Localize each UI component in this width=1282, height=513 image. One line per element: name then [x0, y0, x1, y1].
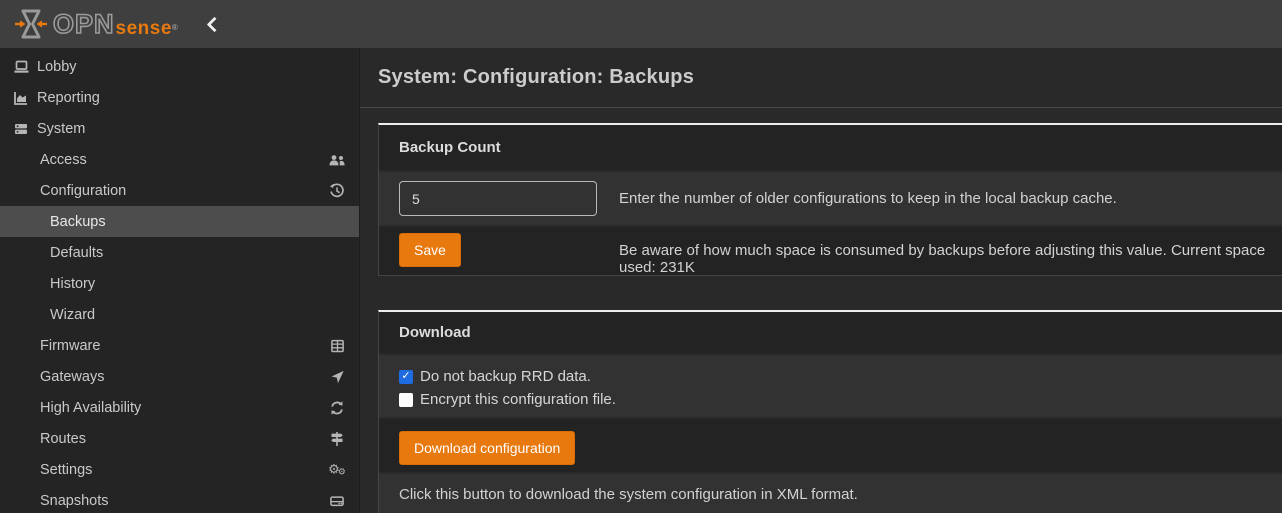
download-help-text: Click this button to download the system… — [379, 486, 858, 503]
sidebar-item-gateways[interactable]: Gateways — [0, 361, 359, 392]
area-chart-icon — [10, 90, 32, 106]
save-row: Save Be aware of how much space is consu… — [379, 225, 1282, 275]
backup-count-input[interactable] — [399, 181, 597, 216]
backup-count-help-text: Enter the number of older configurations… — [619, 190, 1282, 207]
sidebar-item-history[interactable]: History — [0, 268, 359, 299]
sidebar-item-label: High Availability — [40, 400, 141, 416]
sidebar-collapse-chevron-icon[interactable] — [204, 16, 220, 32]
sidebar-item-snapshots[interactable]: Snapshots — [0, 485, 359, 513]
sidebar-item-label: Access — [40, 152, 87, 168]
sidebar-item-label: Firmware — [40, 338, 100, 354]
sidebar-item-label: Defaults — [50, 245, 103, 261]
sidebar-item-configuration[interactable]: Configuration — [0, 175, 359, 206]
sidebar-item-defaults[interactable]: Defaults — [0, 237, 359, 268]
sidebar: Lobby Reporting System Access Configurat… — [0, 48, 360, 513]
location-arrow-icon — [328, 369, 346, 384]
sidebar-item-label: Settings — [40, 462, 92, 478]
download-help-row: Click this button to download the system… — [379, 472, 1282, 513]
download-options-row: ✓ Do not backup RRD data. Encrypt this c… — [379, 353, 1282, 417]
sidebar-item-routes[interactable]: Routes — [0, 423, 359, 454]
sidebar-item-firmware[interactable]: Firmware — [0, 330, 359, 361]
brand-sense-text: sense — [116, 19, 172, 38]
sidebar-item-reporting[interactable]: Reporting — [0, 82, 359, 113]
encrypt-checkbox[interactable] — [399, 393, 413, 407]
sidebar-item-label: Reporting — [37, 90, 100, 106]
download-button-row: Download configuration — [379, 417, 1282, 472]
main-content: System: Configuration: Backups Backup Co… — [360, 48, 1282, 513]
top-navbar: OPN sense ® — [0, 0, 1282, 48]
table-cells-icon — [328, 338, 346, 353]
hourglass-logo-icon — [14, 7, 48, 41]
rrd-checkbox[interactable]: ✓ — [399, 370, 413, 384]
sidebar-item-settings[interactable]: Settings ⚙⚙ — [0, 454, 359, 485]
sidebar-item-label: Gateways — [40, 369, 104, 385]
registered-mark: ® — [172, 23, 178, 32]
users-icon — [328, 152, 346, 168]
backup-count-section: Backup Count Enter the number of older c… — [378, 123, 1282, 276]
sidebar-item-label: Configuration — [40, 183, 126, 199]
backup-count-row: Enter the number of older configurations… — [379, 170, 1282, 225]
sidebar-item-lobby[interactable]: Lobby — [0, 51, 359, 82]
brand-opn-text: OPN — [53, 11, 115, 38]
sidebar-item-wizard[interactable]: Wizard — [0, 299, 359, 330]
sidebar-item-label: Lobby — [37, 59, 77, 75]
sidebar-item-label: System — [37, 121, 85, 137]
encrypt-checkbox-label[interactable]: Encrypt this configuration file. — [420, 391, 616, 408]
save-button[interactable]: Save — [399, 233, 461, 267]
sidebar-item-label: Wizard — [50, 307, 95, 323]
sidebar-item-label: Backups — [50, 214, 106, 230]
download-section-header: Download — [379, 312, 1282, 353]
save-help-text: Be aware of how much space is consumed b… — [619, 242, 1282, 276]
gears-icon: ⚙⚙ — [328, 462, 346, 477]
page-header: System: Configuration: Backups — [360, 48, 1282, 108]
history-icon — [328, 183, 346, 199]
sidebar-item-label: History — [50, 276, 95, 292]
map-signs-icon — [328, 431, 346, 447]
backup-count-section-header: Backup Count — [379, 125, 1282, 170]
laptop-icon — [10, 59, 32, 75]
sidebar-item-access[interactable]: Access — [0, 144, 359, 175]
sidebar-item-high-availability[interactable]: High Availability — [0, 392, 359, 423]
server-icon — [10, 121, 32, 137]
sidebar-item-label: Routes — [40, 431, 86, 447]
sidebar-item-label: Snapshots — [40, 493, 109, 509]
page-title: System: Configuration: Backups — [378, 66, 694, 89]
download-configuration-button[interactable]: Download configuration — [399, 431, 575, 465]
opnsense-logo[interactable]: OPN sense ® — [14, 7, 178, 41]
download-section: Download ✓ Do not backup RRD data. Encry… — [378, 310, 1282, 513]
sidebar-item-system[interactable]: System — [0, 113, 359, 144]
sidebar-item-backups[interactable]: Backups — [0, 206, 359, 237]
hard-drive-icon — [328, 493, 346, 508]
refresh-icon — [328, 400, 346, 416]
rrd-checkbox-label[interactable]: Do not backup RRD data. — [420, 368, 591, 385]
